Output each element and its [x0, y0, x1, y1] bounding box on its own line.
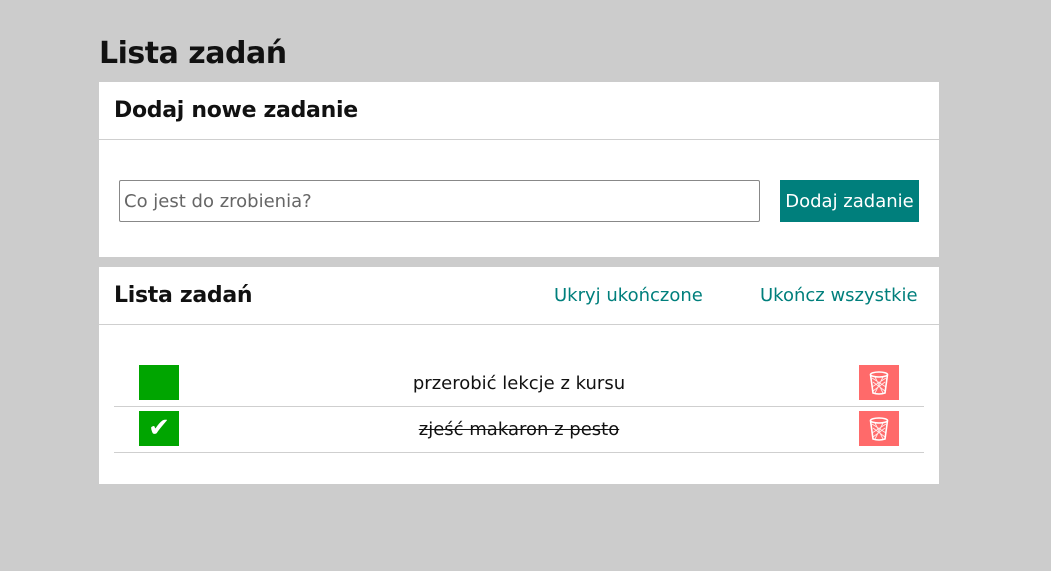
task-row: ✔ zjeść makaron z pesto [114, 407, 924, 453]
new-task-input[interactable] [119, 180, 760, 222]
task-checkbox[interactable] [139, 365, 179, 400]
delete-task-button[interactable] [859, 411, 899, 446]
add-task-title: Dodaj nowe zadanie [114, 98, 358, 123]
complete-all-link[interactable]: Ukończ wszystkie [760, 267, 918, 324]
add-task-header: Dodaj nowe zadanie [99, 82, 939, 140]
add-task-card: Dodaj nowe zadanie Dodaj zadanie [99, 82, 939, 257]
hide-completed-link[interactable]: Ukryj ukończone [554, 267, 703, 324]
task-list-header: Lista zadań Ukryj ukończone Ukończ wszys… [99, 267, 939, 325]
checkmark-icon: ✔ [148, 413, 170, 443]
task-text: zjeść makaron z pesto [418, 419, 620, 440]
task-list: przerobić lekcje z kursu ✔ zjeść makaron… [114, 361, 924, 453]
trash-icon [869, 370, 889, 395]
delete-task-button[interactable] [859, 365, 899, 400]
add-task-button[interactable]: Dodaj zadanie [780, 180, 919, 222]
task-checkbox[interactable]: ✔ [139, 411, 179, 446]
task-text: przerobić lekcje z kursu [412, 373, 626, 394]
page-title: Lista zadań [99, 36, 287, 71]
task-list-title: Lista zadań [114, 283, 253, 308]
task-row: przerobić lekcje z kursu [114, 361, 924, 407]
trash-icon [869, 416, 889, 441]
task-list-card: Lista zadań Ukryj ukończone Ukończ wszys… [99, 267, 939, 484]
